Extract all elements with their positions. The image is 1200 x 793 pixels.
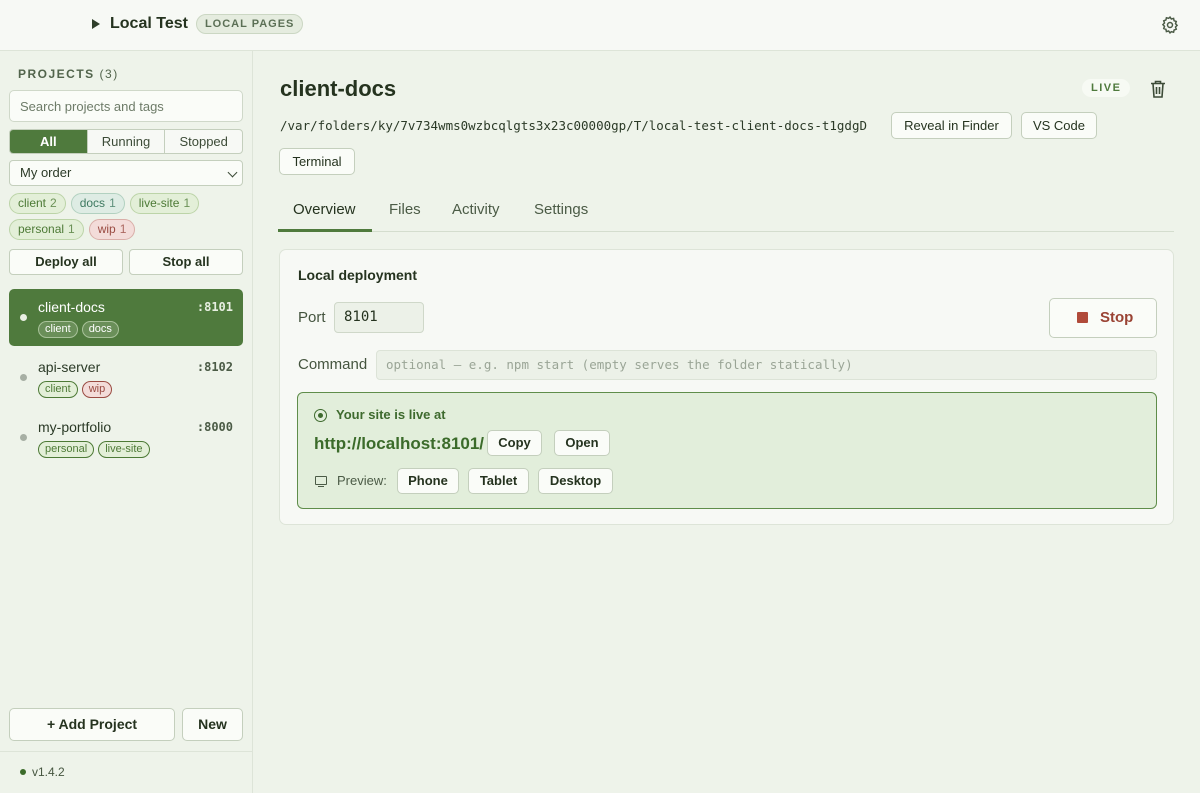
command-label: Command <box>298 356 368 373</box>
page-title: client-docs <box>280 76 397 101</box>
preview-desktop-button[interactable]: Desktop <box>538 468 613 494</box>
project-port: :8000 <box>196 420 233 434</box>
top-bar: Local Test LOCAL PAGES <box>0 0 1200 51</box>
status-dot-icon <box>20 769 26 775</box>
app-title: Local Test <box>110 15 188 32</box>
project-tag: live-site <box>98 441 150 458</box>
project-tag: client <box>38 321 78 338</box>
port-input[interactable]: 8101 <box>334 302 424 333</box>
stop-label: Stop <box>1100 309 1134 326</box>
sort-select[interactable]: My order <box>9 160 243 186</box>
vs-code-button[interactable]: VS Code <box>1021 112 1097 139</box>
tag-filter-personal[interactable]: personal 1 <box>9 219 84 240</box>
trash-icon[interactable] <box>1149 79 1167 99</box>
tag-filter-wip[interactable]: wip 1 <box>88 219 136 240</box>
sidebar-footer: v1.4.2 <box>0 751 252 793</box>
project-name: client-docs <box>38 299 105 315</box>
deployment-card: Local deployment Port 8101 Stop Command … <box>279 249 1174 525</box>
terminal-button[interactable]: Terminal <box>279 148 355 175</box>
project-item-api-server[interactable]: api-server :8102 client wip <box>9 349 243 406</box>
deploy-all-button[interactable]: Deploy all <box>9 249 123 275</box>
copy-button[interactable]: Copy <box>487 430 542 456</box>
status-dot <box>20 374 27 381</box>
card-title: Local deployment <box>298 267 418 283</box>
main-panel: client-docs LIVE /var/folders/ky/7v734wm… <box>253 51 1200 793</box>
tab-files[interactable]: Files <box>389 201 421 218</box>
tab-bar: Overview Files Activity Settings <box>278 193 1174 232</box>
preview-phone-button[interactable]: Phone <box>397 468 459 494</box>
active-tab-indicator <box>278 229 372 232</box>
tag-filter-docs[interactable]: docs 1 <box>70 193 125 214</box>
add-project-button[interactable]: + Add Project <box>9 708 175 741</box>
status-badge: LIVE <box>1082 79 1131 97</box>
tag-filter-list: client 2 docs 1 live-site 1 personal 1 wip 1 <box>9 193 243 240</box>
stop-icon <box>1077 312 1088 323</box>
sidebar: PROJECTS (3) All Running Stopped My orde… <box>0 51 253 793</box>
filter-stopped[interactable]: Stopped <box>165 130 242 153</box>
project-item-client-docs[interactable]: client-docs :8101 client docs <box>9 289 243 346</box>
projects-heading: PROJECTS (3) <box>18 67 119 81</box>
project-tag: docs <box>81 321 119 338</box>
project-port: :8102 <box>196 360 233 374</box>
reveal-in-finder-button[interactable]: Reveal in Finder <box>891 112 1012 139</box>
project-item-my-portfolio[interactable]: my-portfolio :8000 personal live-site <box>9 409 243 466</box>
tag-filter-client[interactable]: client 2 <box>9 193 66 214</box>
monitor-icon <box>315 476 327 488</box>
filter-running[interactable]: Running <box>88 130 166 153</box>
status-filter: All Running Stopped <box>9 129 243 154</box>
project-name: my-portfolio <box>38 419 112 435</box>
open-button[interactable]: Open <box>554 430 610 456</box>
app-badge: LOCAL PAGES <box>195 14 304 34</box>
project-tag: personal <box>38 441 95 458</box>
filter-all[interactable]: All <box>10 130 88 153</box>
port-label: Port <box>298 309 326 326</box>
status-dot <box>20 434 27 441</box>
tag-filter-live-site[interactable]: live-site 1 <box>129 193 200 214</box>
preview-tablet-button[interactable]: Tablet <box>468 468 529 494</box>
version-label: v1.4.2 <box>32 765 65 779</box>
project-name: api-server <box>38 359 101 375</box>
stop-all-button[interactable]: Stop all <box>129 249 243 275</box>
stop-button[interactable]: Stop <box>1049 298 1157 338</box>
project-path: /var/folders/ky/7v734wms0wzbcqlgts3x23c0… <box>280 118 867 133</box>
status-dot <box>20 314 27 321</box>
gear-icon[interactable] <box>1160 15 1180 35</box>
live-status-box: Your site is live at http://localhost:81… <box>297 392 1157 509</box>
command-input[interactable]: optional — e.g. npm start (empty serves … <box>376 350 1157 380</box>
project-port: :8101 <box>196 300 233 314</box>
live-heading: Your site is live at <box>336 407 446 422</box>
app-title-group[interactable]: Local Test LOCAL PAGES <box>92 14 304 34</box>
search-input[interactable] <box>9 90 243 122</box>
preview-label: Preview: <box>337 473 387 488</box>
live-url-link[interactable]: http://localhost:8101/ <box>314 434 484 454</box>
tab-settings[interactable]: Settings <box>534 201 588 218</box>
live-radio-icon <box>314 409 327 422</box>
new-project-button[interactable]: New <box>182 708 243 741</box>
project-tag: client <box>38 381 78 398</box>
tab-overview[interactable]: Overview <box>293 201 356 218</box>
tab-activity[interactable]: Activity <box>452 201 500 218</box>
chevron-down-icon <box>227 167 238 178</box>
project-tag: wip <box>81 381 113 398</box>
play-icon <box>92 19 100 29</box>
